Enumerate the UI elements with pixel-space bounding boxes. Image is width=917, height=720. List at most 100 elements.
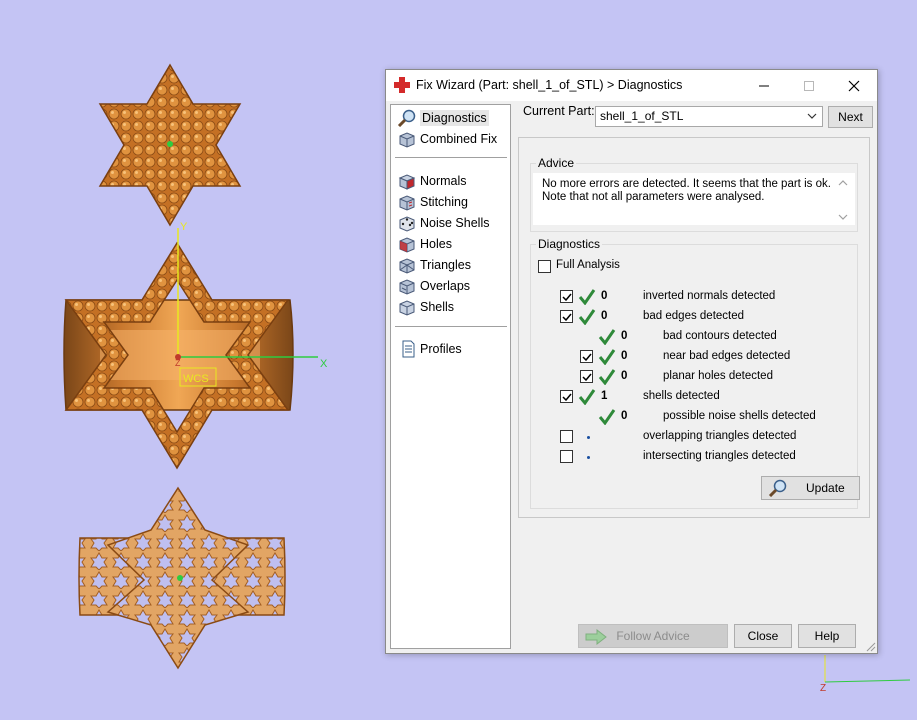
row-checkbox[interactable] [560, 430, 573, 443]
row-count: 1 [601, 390, 608, 402]
diag-row-planar-holes: 0 planar holes detected [531, 369, 859, 385]
ok-check-icon [578, 389, 596, 405]
next-button[interactable]: Next [828, 106, 873, 128]
nav-item-noise-shells[interactable]: Noise Shells [397, 213, 489, 233]
fix-step-nav: Diagnostics Combined Fix Normals Stitchi… [390, 104, 511, 649]
checkbox-check-icon [562, 313, 572, 322]
nav-label: Shells [420, 300, 455, 314]
nav-separator [395, 326, 507, 327]
diag-row-bad-contours: 0 bad contours detected [531, 329, 859, 345]
axis-z-label: Z [175, 358, 181, 368]
star-pendant-model[interactable] [98, 63, 242, 227]
ok-check-icon [578, 309, 596, 325]
axis-y-label: Y [180, 221, 188, 233]
ok-check-icon [598, 409, 616, 425]
title-bar[interactable]: Fix Wizard (Part: shell_1_of_STL) > Diag… [386, 70, 877, 101]
cube-stack-icon [399, 132, 415, 148]
nav-item-stitching[interactable]: Stitching [397, 192, 468, 212]
magnifier-icon [397, 109, 416, 127]
row-count: 0 [621, 350, 628, 362]
diagnostics-title: Diagnostics [536, 237, 603, 251]
row-label: inverted normals detected [643, 290, 776, 302]
maximize-button[interactable] [786, 70, 831, 101]
document-icon [402, 340, 415, 358]
nav-label: Noise Shells [420, 216, 490, 230]
nav-label: Diagnostics [420, 110, 489, 126]
follow-advice-button[interactable]: Follow Advice [578, 624, 728, 648]
diag-row-shells: 1 shells detected [531, 389, 859, 405]
diag-row-overlapping-triangles: overlapping triangles detected [531, 429, 859, 445]
nav-item-diagnostics[interactable]: Diagnostics [397, 108, 489, 128]
cube-stitch-icon [399, 195, 415, 211]
window-title: Fix Wizard (Part: shell_1_of_STL) > Diag… [416, 78, 683, 92]
advice-text-box[interactable]: No more errors are detected. It seems th… [533, 173, 855, 225]
nav-item-combined-fix[interactable]: Combined Fix [397, 129, 497, 149]
dice-icon [399, 216, 415, 232]
close-window-button[interactable] [831, 70, 876, 101]
red-cross-icon [394, 77, 410, 93]
close-icon [848, 80, 859, 91]
update-button[interactable]: Update [761, 476, 860, 500]
lattice-ring-model[interactable] [78, 486, 286, 670]
help-button[interactable]: Help [798, 624, 856, 648]
nav-item-normals[interactable]: Normals [397, 171, 467, 191]
current-part-select[interactable]: shell_1_of_STL [595, 106, 823, 127]
not-analysed-dot-icon [587, 436, 590, 439]
cube-red-face-icon [398, 174, 416, 190]
checkbox-check-icon [582, 353, 592, 362]
nav-separator [395, 157, 507, 158]
full-analysis-checkbox[interactable] [538, 260, 551, 273]
row-label: bad edges detected [643, 310, 745, 322]
nav-item-profiles[interactable]: Profiles [397, 339, 462, 359]
row-checkbox[interactable] [580, 370, 593, 383]
row-count: 0 [601, 290, 608, 302]
diag-row-intersecting-triangles: intersecting triangles detected [531, 449, 859, 465]
follow-advice-label: Follow Advice [616, 629, 690, 643]
nav-item-shells[interactable]: Shells [397, 297, 454, 317]
diag-row-noise-shells: 0 possible noise shells detected [531, 409, 859, 425]
cube-hole-icon [399, 237, 415, 253]
axis-x-label: X [320, 358, 328, 370]
nav-item-holes[interactable]: Holes [397, 234, 452, 254]
wcs-label: WCS [183, 373, 209, 385]
checkbox-check-icon [562, 393, 572, 402]
row-label: shells detected [643, 390, 720, 402]
advice-scrollbar[interactable] [837, 177, 849, 223]
row-label: possible noise shells detected [663, 410, 816, 422]
checkbox-check-icon [562, 293, 572, 302]
advice-line-1: No more errors are detected. It seems th… [542, 178, 831, 190]
mini-axis-z-label: Z [820, 683, 826, 694]
row-checkbox[interactable] [560, 450, 573, 463]
resize-grip[interactable] [865, 641, 876, 652]
magnifier-icon [768, 479, 787, 497]
row-checkbox[interactable] [560, 290, 573, 303]
row-label: intersecting triangles detected [643, 450, 796, 462]
nav-label: Combined Fix [420, 132, 498, 146]
diag-row-near-bad-edges: 0 near bad edges detected [531, 349, 859, 365]
row-count: 0 [621, 370, 628, 382]
close-button[interactable]: Close [734, 624, 792, 648]
advice-title: Advice [536, 156, 577, 170]
row-label: overlapping triangles detected [643, 430, 797, 442]
row-checkbox[interactable] [560, 310, 573, 323]
nav-item-triangles[interactable]: Triangles [397, 255, 471, 275]
nav-item-overlaps[interactable]: Overlaps [397, 276, 470, 296]
row-count: 0 [621, 410, 628, 422]
cube-triangle-icon [399, 258, 415, 274]
diagnostics-panel: Advice No more errors are detected. It s… [518, 137, 870, 518]
not-analysed-dot-icon [587, 456, 590, 459]
nav-label: Normals [420, 174, 467, 188]
row-label: bad contours detected [663, 330, 777, 342]
advice-group: Advice No more errors are detected. It s… [530, 156, 858, 232]
row-checkbox[interactable] [560, 390, 573, 403]
row-checkbox[interactable] [580, 350, 593, 363]
nav-label: Holes [420, 237, 452, 251]
fix-wizard-dialog: Fix Wizard (Part: shell_1_of_STL) > Diag… [385, 69, 878, 654]
chevron-down-icon [807, 113, 817, 119]
nav-label: Stitching [420, 195, 468, 209]
diag-row-bad-edges: 0 bad edges detected [531, 309, 859, 325]
maximize-icon [803, 80, 814, 91]
cube-shells-icon [399, 300, 415, 316]
minimize-button[interactable] [741, 70, 786, 101]
current-part-label: Current Part: [523, 104, 595, 118]
